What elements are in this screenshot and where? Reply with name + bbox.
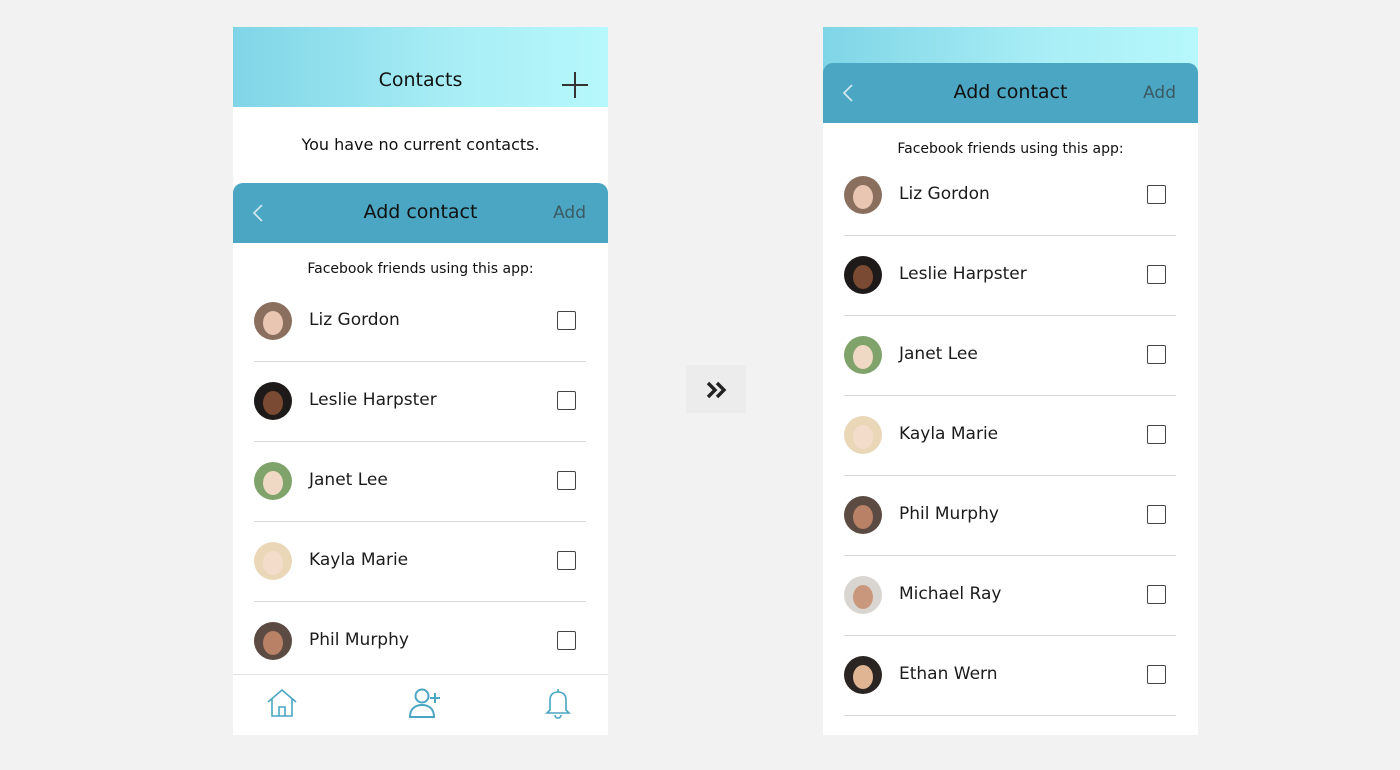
- avatar: [844, 416, 882, 454]
- contact-row[interactable]: Janet Lee: [844, 315, 1176, 396]
- contact-name: Michael Ray: [899, 584, 1002, 604]
- contact-checkbox[interactable]: [1147, 505, 1166, 524]
- add-contact-title: Add contact: [363, 201, 478, 223]
- home-icon[interactable]: [265, 687, 299, 719]
- avatar: [844, 496, 882, 534]
- plus-icon[interactable]: [562, 72, 588, 98]
- contact-checkbox[interactable]: [1147, 585, 1166, 604]
- avatar: [844, 176, 882, 214]
- contact-name: Janet Lee: [899, 344, 978, 364]
- avatar: [254, 462, 292, 500]
- contact-row[interactable]: Michael Ray: [844, 555, 1176, 636]
- contacts-screen: Contacts You have no current contacts. A…: [233, 27, 608, 735]
- contact-checkbox[interactable]: [557, 631, 576, 650]
- avatar: [254, 302, 292, 340]
- contact-checkbox[interactable]: [1147, 185, 1166, 204]
- add-contact-header: Add contact Add: [233, 183, 608, 243]
- add-contact-title: Add contact: [953, 81, 1068, 103]
- contact-checkbox[interactable]: [557, 391, 576, 410]
- avatar: [254, 622, 292, 660]
- contact-name: Kayla Marie: [899, 424, 999, 444]
- contact-name: Leslie Harpster: [309, 390, 437, 410]
- empty-contacts-message: You have no current contacts.: [301, 135, 540, 154]
- contact-checkbox[interactable]: [557, 311, 576, 330]
- double-chevron-right-icon: [706, 381, 727, 399]
- add-contact-header: Add contact Add: [823, 63, 1198, 123]
- contact-checkbox[interactable]: [1147, 265, 1166, 284]
- contact-row[interactable]: Liz Gordon: [254, 281, 586, 362]
- contact-row[interactable]: Leslie Harpster: [844, 235, 1176, 316]
- contact-checkbox[interactable]: [557, 471, 576, 490]
- avatar: [254, 382, 292, 420]
- contact-row[interactable]: Ethan Wern: [844, 635, 1176, 716]
- contact-checkbox[interactable]: [1147, 425, 1166, 444]
- contacts-title: Contacts: [378, 69, 463, 91]
- avatar: [844, 256, 882, 294]
- contact-name: Leslie Harpster: [899, 264, 1027, 284]
- add-button[interactable]: Add: [1143, 83, 1176, 103]
- avatar: [844, 336, 882, 374]
- contact-name: Phil Murphy: [899, 504, 999, 524]
- contacts-header: Contacts: [233, 27, 608, 107]
- contact-row[interactable]: Phil Murphy: [254, 601, 586, 682]
- avatar: [844, 576, 882, 614]
- contact-row[interactable]: Kayla Marie: [254, 521, 586, 602]
- contact-name: Liz Gordon: [309, 310, 400, 330]
- contact-row[interactable]: Liz Gordon: [844, 155, 1176, 236]
- contact-name: Janet Lee: [309, 470, 388, 490]
- bottom-tab-bar: [233, 674, 608, 735]
- avatar: [844, 656, 882, 694]
- add-contact-screen: Add contact Add Facebook friends using t…: [823, 27, 1198, 735]
- facebook-friends-label: Facebook friends using this app:: [307, 261, 534, 277]
- contact-row[interactable]: Kayla Marie: [844, 395, 1176, 476]
- avatar: [254, 542, 292, 580]
- contact-name: Kayla Marie: [309, 550, 409, 570]
- contact-name: Liz Gordon: [899, 184, 990, 204]
- contact-name: Ethan Wern: [899, 664, 998, 684]
- contact-row[interactable]: Phil Murphy: [844, 475, 1176, 556]
- add-contact-icon[interactable]: [408, 687, 442, 719]
- contact-name: Phil Murphy: [309, 630, 409, 650]
- contact-checkbox[interactable]: [557, 551, 576, 570]
- add-button[interactable]: Add: [553, 203, 586, 223]
- contact-row[interactable]: Janet Lee: [254, 441, 586, 522]
- contact-row[interactable]: Leslie Harpster: [254, 361, 586, 442]
- transition-indicator: [686, 365, 746, 413]
- contact-checkbox[interactable]: [1147, 665, 1166, 684]
- contact-checkbox[interactable]: [1147, 345, 1166, 364]
- bell-icon[interactable]: [541, 687, 575, 719]
